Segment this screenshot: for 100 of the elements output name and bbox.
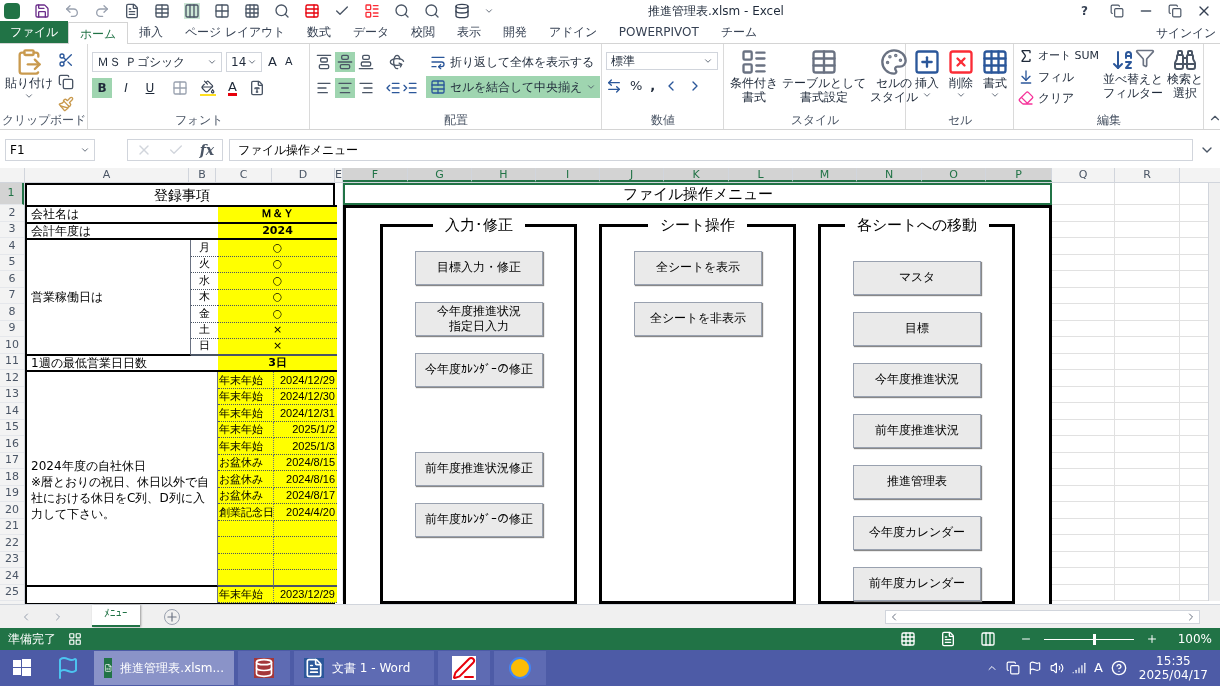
column-header[interactable]: O [922, 168, 986, 182]
row-header[interactable]: 11 [0, 353, 24, 370]
macro-button[interactable]: 今年度カレンダー [852, 515, 981, 550]
save-icon[interactable] [34, 3, 50, 19]
align-center-icon[interactable] [335, 78, 355, 98]
column-header[interactable]: K [664, 168, 729, 182]
macro-button[interactable]: 全シートを表示 [633, 250, 762, 285]
number-format-field[interactable]: 標準 [606, 52, 718, 70]
search-icon[interactable] [394, 3, 410, 19]
taskbar-item[interactable] [238, 651, 290, 685]
row-header[interactable]: 19 [0, 485, 24, 502]
preview-icon[interactable] [274, 3, 290, 19]
taskbar-item[interactable]: 文書 1 - Word [294, 651, 434, 685]
row-header[interactable]: 12 [0, 370, 24, 387]
font-name-field[interactable]: ＭＳ Ｐゴシック [92, 52, 222, 72]
row-header[interactable]: 2 [0, 205, 24, 222]
macro-button[interactable]: 今年度ｶﾚﾝﾀﾞｰの修正 [414, 352, 543, 387]
style-button[interactable]: テーブルとして 書式設定 [780, 48, 868, 113]
taskbar-item[interactable] [494, 651, 546, 685]
cells-button[interactable]: 削除 [944, 48, 978, 113]
column-header[interactable]: B [189, 168, 216, 182]
macro-button[interactable]: 前年度推進状況 [852, 413, 981, 448]
row-header[interactable]: 23 [0, 551, 24, 568]
row-header[interactable]: 4 [0, 238, 24, 255]
percent-button[interactable]: % [630, 76, 643, 96]
sign-in-link[interactable]: サインイン [1156, 23, 1220, 42]
macro-button[interactable]: 前年度ｶﾚﾝﾀﾞｰの修正 [414, 502, 543, 537]
search-icon[interactable] [424, 3, 440, 19]
row-header[interactable]: 5 [0, 254, 24, 271]
row-header[interactable]: 7 [0, 287, 24, 304]
fill-color-icon[interactable] [200, 80, 216, 96]
grid-icon[interactable] [244, 3, 260, 19]
grid-icon[interactable] [214, 3, 230, 19]
row-header[interactable]: 6 [0, 271, 24, 288]
macro-button[interactable]: 前年度推進状況修正 [414, 451, 543, 486]
signal-icon[interactable] [1071, 661, 1086, 675]
row-header[interactable]: 3 [0, 221, 24, 238]
row-header[interactable]: 16 [0, 436, 24, 453]
align-middle-icon[interactable] [335, 52, 355, 72]
bold-button[interactable]: B [92, 78, 112, 98]
row-header[interactable]: 18 [0, 469, 24, 486]
row-header[interactable]: 9 [0, 320, 24, 337]
zoom-slider-thumb[interactable] [1093, 633, 1097, 645]
wrap-text-button[interactable]: 折り返して全体を表示する [426, 52, 600, 72]
horizontal-scrollbar[interactable] [885, 609, 1200, 624]
column-header[interactable]: J [600, 168, 664, 182]
row-header[interactable]: 24 [0, 568, 24, 585]
row-header[interactable]: 21 [0, 518, 24, 535]
row-header[interactable]: 13 [0, 386, 24, 403]
menu-title[interactable]: ファイル操作メニュー [343, 183, 1052, 205]
row-header[interactable]: 25 [0, 584, 24, 601]
ribbon-tab[interactable]: データ [341, 21, 400, 43]
macro-button[interactable]: 推進管理表 [852, 464, 981, 499]
flag-icon[interactable] [1027, 661, 1042, 675]
ribbon-tab[interactable]: チーム [709, 21, 768, 43]
ribbon-tab[interactable]: ページ レイアウト [174, 21, 296, 43]
cut-icon[interactable] [58, 52, 74, 68]
align-top-icon[interactable] [314, 52, 334, 72]
macro-button[interactable]: 全シートを非表示 [633, 301, 762, 336]
ribbon-tab[interactable]: 数式 [295, 21, 342, 43]
font-color-button[interactable]: A [228, 80, 237, 96]
name-box[interactable]: F1 [5, 139, 95, 161]
merge-center-button[interactable]: セルを結合して中央揃え [426, 76, 600, 98]
clock[interactable]: 15:35 2025/04/17 [1138, 654, 1208, 682]
volume-icon[interactable] [1049, 661, 1064, 675]
grow-font-button[interactable]: A [266, 52, 279, 72]
insert-function-button[interactable]: fx [199, 139, 215, 161]
ribbon-tab[interactable]: アドイン [537, 21, 608, 43]
row-header[interactable]: 1 [0, 183, 24, 205]
vertical-scrollbar[interactable] [1208, 183, 1220, 601]
sheet-tab[interactable]: ﾒﾆｭｰ [92, 604, 140, 627]
macro-button[interactable]: マスタ [852, 260, 981, 295]
column-header[interactable]: R [1115, 168, 1180, 182]
restore-icon[interactable] [1168, 4, 1182, 18]
autosum-button[interactable]: オート SUM [1018, 48, 1100, 65]
decrease-indent-icon[interactable] [385, 80, 401, 96]
format-painter-icon[interactable] [58, 96, 74, 112]
column-header[interactable]: N [857, 168, 922, 182]
file-tab[interactable]: ファイル [0, 21, 68, 43]
ribbon-tab[interactable]: 挿入 [128, 21, 174, 43]
ribbon-tab[interactable]: ホーム [68, 22, 128, 44]
row-header[interactable]: 15 [0, 419, 24, 436]
column-header[interactable]: P [986, 168, 1052, 182]
italic-button[interactable]: I [116, 78, 136, 98]
ribbon-tab[interactable]: 校閲 [399, 21, 446, 43]
row-header[interactable]: 10 [0, 337, 24, 354]
copy-icon[interactable] [58, 74, 74, 90]
zoom-in-icon[interactable] [1145, 633, 1158, 645]
macro-button[interactable]: 今年度推進状況 指定日入力 [414, 301, 543, 336]
underline-button[interactable]: U [140, 78, 160, 98]
formula-field[interactable]: ファイル操作メニュー [229, 139, 1193, 161]
ribbon-tab[interactable]: 開発 [491, 21, 538, 43]
help-button[interactable]: ? [1073, 2, 1096, 20]
ribbon-tab[interactable]: 表示 [445, 21, 492, 43]
row-header[interactable]: 20 [0, 502, 24, 519]
column-header[interactable]: M [793, 168, 857, 182]
layout-icon[interactable] [364, 3, 380, 19]
fill-button[interactable]: フィル [1018, 67, 1100, 86]
normal-view-icon[interactable] [899, 631, 916, 647]
shrink-font-button[interactable]: A [282, 53, 295, 71]
